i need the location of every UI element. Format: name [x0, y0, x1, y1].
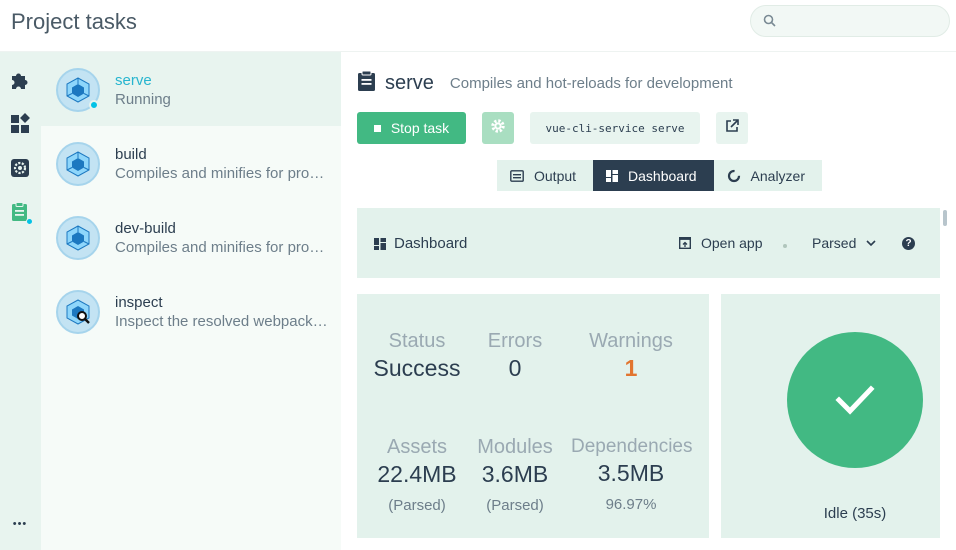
puzzle-icon [9, 69, 31, 96]
gear-icon [9, 157, 31, 184]
dashboard-icon [606, 169, 619, 182]
task-description: Compiles and minifies for production [115, 239, 330, 256]
size-mode-label: Parsed [812, 235, 857, 251]
stat-value: 1 [624, 355, 638, 381]
tab-output[interactable]: Output [497, 160, 594, 191]
help-icon[interactable]: ? [902, 237, 915, 250]
external-link-icon [725, 118, 739, 138]
task-description: Compiles and minifies for production [115, 165, 330, 182]
stop-icon [373, 124, 381, 132]
sidebar-item-configuration[interactable] [6, 156, 34, 184]
stat-value: 0 [508, 355, 522, 381]
task-description: Running [115, 91, 171, 108]
sidebar-item-plugins[interactable] [6, 68, 34, 96]
stat-label: Warnings [589, 330, 673, 352]
more-options-button[interactable]: ••• [6, 510, 34, 538]
task-settings-button[interactable] [482, 112, 514, 144]
task-title: serve [385, 71, 434, 94]
task-name: build [115, 146, 147, 163]
stat-value: 3.6MB [481, 461, 549, 487]
webpack-icon [56, 68, 100, 112]
stat-modules: Modules 3.6MB (Parsed) [455, 436, 575, 514]
view-tabs: Output Dashboard Analyzer [497, 160, 822, 191]
task-command: vue-cli-service serve [530, 112, 700, 144]
open-app-label: Open app [701, 235, 763, 251]
chevron-down-icon [866, 239, 876, 247]
webpack-icon [56, 216, 100, 260]
task-detail-panel: serve Compiles and hot-reloads for devel… [341, 52, 956, 550]
success-badge [787, 332, 923, 468]
tab-output-label: Output [534, 167, 577, 184]
scrollbar[interactable] [943, 210, 947, 226]
gear-icon [490, 118, 506, 139]
webpack-icon [56, 142, 100, 186]
task-name: serve [115, 72, 152, 89]
stat-label: Dependencies [571, 436, 693, 457]
open-in-browser-icon [679, 237, 691, 249]
task-state-label: Idle (35s) [823, 505, 887, 522]
active-indicator-dot [26, 218, 33, 225]
stat-label: Errors [487, 330, 543, 352]
size-mode-select[interactable]: Parsed [812, 235, 876, 251]
task-subtitle: Compiles and hot-reloads for development [449, 74, 733, 92]
task-list: serve Running build Compiles and minifie… [41, 52, 341, 550]
open-app-button[interactable]: Open app [679, 235, 763, 251]
top-bar: Project tasks [0, 0, 956, 52]
running-status-dot [89, 100, 99, 110]
build-status-card: Idle (35s) [721, 294, 940, 538]
sidebar-rail: ••• [0, 52, 41, 550]
tab-analyzer-label: Analyzer [750, 167, 805, 184]
dashboard-title-label: Dashboard [394, 235, 468, 252]
task-item-build[interactable]: build Compiles and minifies for producti… [41, 126, 341, 200]
stat-value: 3.5MB [597, 460, 665, 486]
stat-sub: 96.97% [605, 496, 657, 513]
stat-errors: Errors 0 [455, 330, 575, 382]
donut-chart-icon [727, 169, 741, 183]
sidebar-item-dependencies[interactable] [6, 112, 34, 140]
sidebar-item-tasks[interactable] [6, 200, 34, 228]
search-icon [763, 14, 777, 28]
stat-dependencies: Dependencies 3.5MB 96.97% [571, 436, 693, 513]
task-description: Inspect the resolved webpack config [115, 313, 330, 330]
stat-sub: (Parsed) [486, 497, 544, 514]
stop-task-label: Stop task [390, 120, 450, 136]
stat-label: Modules [477, 436, 553, 458]
checkmark-icon [835, 385, 875, 415]
tab-dashboard[interactable]: Dashboard [593, 160, 714, 191]
stat-warnings: Warnings 1 [571, 330, 691, 382]
task-item-inspect[interactable]: inspect Inspect the resolved webpack con… [41, 274, 341, 348]
tab-analyzer[interactable]: Analyzer [713, 160, 822, 191]
build-stats-card: Status Success Errors 0 Warnings 1 Asset… [357, 294, 709, 538]
tab-dashboard-label: Dashboard [628, 167, 697, 184]
open-external-button[interactable] [716, 112, 748, 144]
task-name: dev-build [115, 220, 176, 237]
dashboard-header: Dashboard Open app Parsed ? [357, 208, 940, 278]
task-name: inspect [115, 294, 163, 311]
dashboard-icon [374, 237, 386, 250]
page-title: Project tasks [11, 9, 137, 34]
dashboard-icon [9, 112, 31, 140]
clipboard-icon [357, 70, 377, 97]
stop-task-button[interactable]: Stop task [357, 112, 466, 144]
webpack-search-icon [56, 290, 100, 334]
search-input[interactable] [750, 5, 950, 37]
terminal-icon [510, 169, 524, 182]
task-item-serve[interactable]: serve Running [41, 52, 341, 126]
more-icon: ••• [12, 518, 28, 530]
separator-dot [783, 244, 787, 248]
dashboard-title: Dashboard [374, 235, 467, 252]
task-item-dev-build[interactable]: dev-build Compiles and minifies for prod… [41, 200, 341, 274]
app-window: Project tasks ••• serve Running build Co… [0, 0, 956, 550]
task-header: serve Compiles and hot-reloads for devel… [357, 70, 733, 96]
